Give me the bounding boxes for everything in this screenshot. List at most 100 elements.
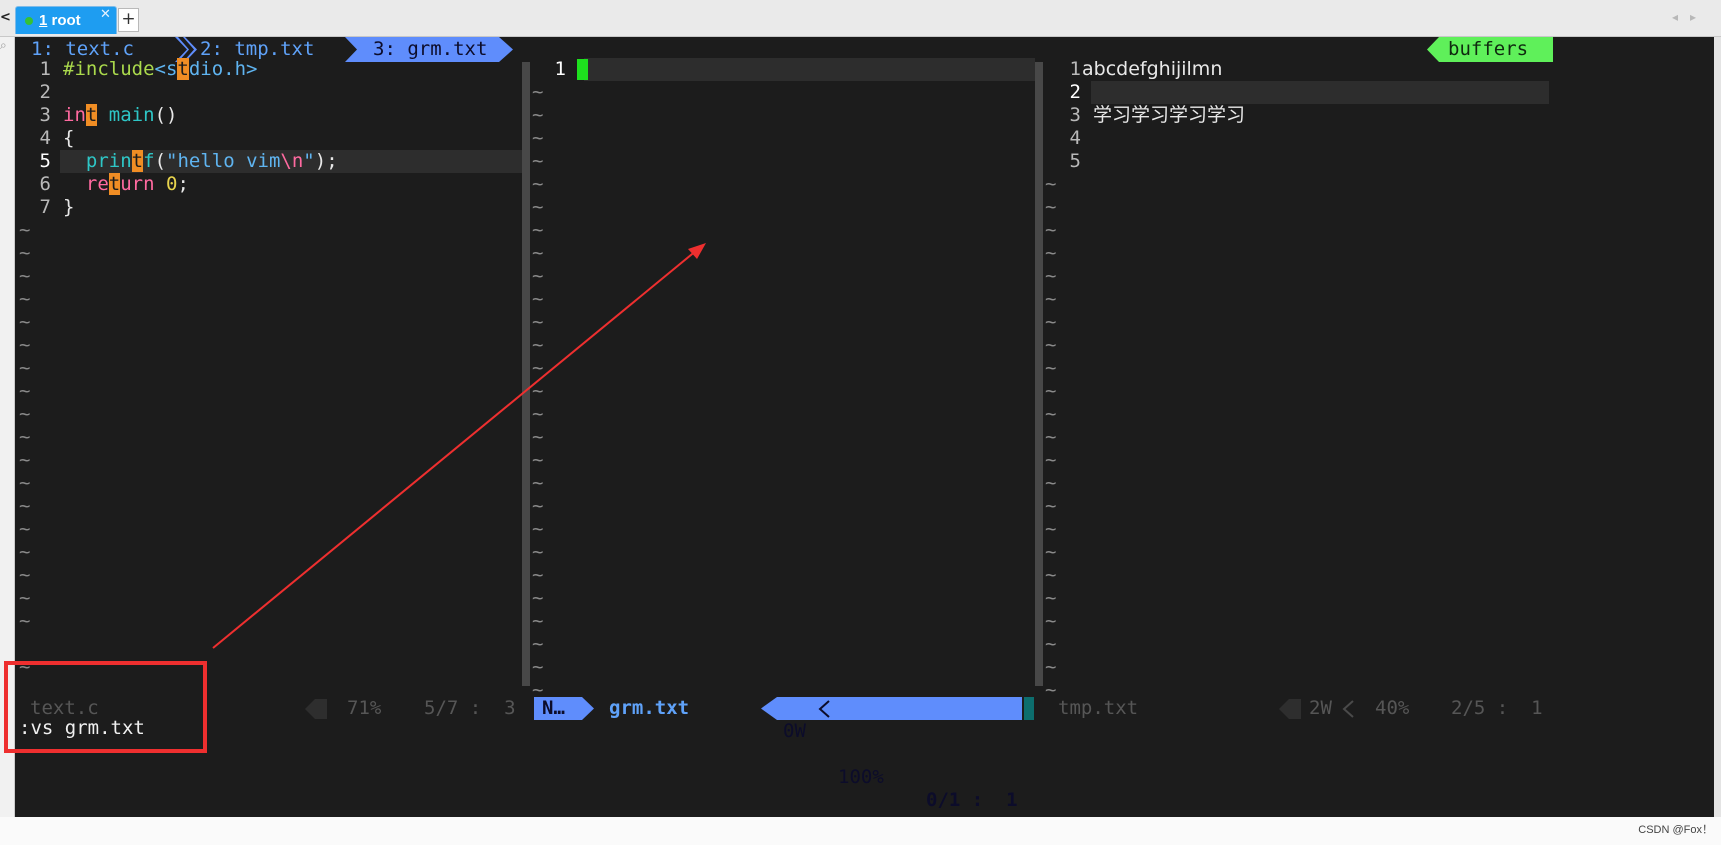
empty-line-tilde: ~ [1045,265,1057,287]
current-line-highlight [584,58,1035,81]
empty-line-tilde: ~ [1045,242,1057,264]
pane-separator-right[interactable] [1035,62,1043,686]
empty-line-tilde: ~ [532,656,544,678]
code-line[interactable]: int main() [63,104,177,127]
line-number: 5 [39,150,51,172]
empty-line-tilde: ~ [1045,633,1057,655]
empty-line-tilde: ~ [532,288,544,310]
terminal-tab-root[interactable]: 1 root ✕ [15,6,117,34]
status-middle-edge [1024,697,1034,720]
code-line[interactable]: { [63,127,74,150]
empty-line-tilde: ~ [19,242,31,264]
status-right-percent: 40% [1375,697,1410,719]
empty-line-tilde: ~ [532,357,544,379]
empty-line-tilde: ~ [19,449,31,471]
empty-line-tilde: ~ [532,104,544,126]
status-left-position: 5/7 : 3 [424,697,516,719]
code-token: () [154,104,178,126]
connection-status-icon [25,17,33,25]
empty-line-tilde: ~ [532,518,544,540]
code-line[interactable]: #include<stdio.h> [63,58,258,81]
vim-terminal[interactable]: 1: text.c 2: tmp.txt 3: grm.txt buffers … [15,37,1714,817]
code-token: } [63,196,75,218]
empty-line-tilde: ~ [19,518,31,540]
text-line[interactable]: abcdefghijilmn [1082,58,1222,81]
code-token: dio.h> [188,58,258,80]
pane-text-c[interactable]: 1 #include<stdio.h> 2 3 int main() 4 {5 prin t f… [15,58,522,686]
left-edge-arrow-icon[interactable]: < [0,8,12,28]
code-token: " [303,150,315,172]
annotation-highlight-box [4,661,207,753]
empty-line-tilde: ~ [532,610,544,632]
pane-tmp-txt[interactable]: 1 abcdefghijilmn 2 3 学习学习学习学习 4 5 ~ ~ ~ ~ ~ ~ ~ ~ ~ ~ ~ ~ ~… [1043,58,1714,701]
line-number: 6 [39,173,51,195]
empty-line-tilde: ~ [1045,196,1057,218]
line-number: 7 [39,196,51,218]
empty-line-tilde: ~ [19,334,31,356]
empty-line-tilde: ~ [19,541,31,563]
empty-line-tilde: ~ [19,426,31,448]
empty-line-tilde: ~ [1045,357,1057,379]
close-tab-icon[interactable]: ✕ [100,7,111,22]
empty-line-tilde: ~ [532,633,544,655]
empty-line-tilde: ~ [19,265,31,287]
text-line[interactable]: 学习学习学习学习 [1093,104,1245,127]
terminal-scrollbar[interactable] [1714,37,1721,817]
line-number: 4 [1069,127,1081,149]
code-token: ; [177,173,189,195]
empty-line-tilde: ~ [532,173,544,195]
status-middle-warnings: 0W [783,720,806,742]
status-right-file: tmp.txt [1058,697,1139,719]
tab-scroll-right-icon[interactable]: ▸ [1690,10,1696,24]
empty-line-tilde: ~ [532,426,544,448]
statusline: text.c 71% 5/7 : 3 N… grm.txt 0W 100% 0/… [15,697,1714,811]
empty-line-tilde: ~ [532,449,544,471]
code-token: main [108,104,155,126]
empty-line-tilde: ~ [1045,403,1057,425]
empty-line-tilde: ~ [1045,564,1057,586]
search-icon[interactable]: ⌕ [0,38,7,53]
empty-line-tilde: ~ [532,541,544,563]
code-line[interactable]: } [63,196,74,219]
empty-line-tilde: ~ [532,587,544,609]
empty-line-tilde: ~ [19,311,31,333]
code-token: urn [120,173,155,195]
empty-line-tilde: ~ [532,242,544,264]
tab-scroll-left-icon[interactable]: ◂ [1672,10,1678,24]
empty-line-tilde: ~ [532,403,544,425]
tab-label: root [47,12,81,29]
line-number: 3 [39,104,51,126]
code-token: prin [85,150,132,172]
pane-separator-left[interactable] [522,62,530,686]
empty-line-tilde: ~ [1045,495,1057,517]
code-token: t [177,58,189,80]
empty-line-tilde: ~ [19,495,31,517]
pane-grm-txt[interactable]: 1 ~ ~ ~ ~ ~ ~ ~ ~ ~ ~ ~ ~ ~ ~ ~ ~ ~ ~ ~ ~ ~ ~ ~ ~ ~ ~ ~ [530,58,1035,701]
line-number: 1 [39,58,51,80]
empty-line-tilde: ~ [532,564,544,586]
status-right-warnings: 2W [1309,697,1332,719]
empty-line-tilde: ~ [532,311,544,333]
new-tab-button[interactable]: + [118,8,139,32]
empty-line-tilde: ~ [532,150,544,172]
code-token: { [63,127,75,149]
line-number: 4 [39,127,51,149]
code-token: f [143,150,155,172]
terminal-tab-strip: < 1 root ✕ + ◂ ▸ [0,0,1721,37]
status-mode: N… [534,697,582,720]
code-token: #include [63,58,155,80]
empty-line-tilde: ~ [532,219,544,241]
line-number: 2 [39,81,51,103]
empty-line-tilde: ~ [1045,334,1057,356]
empty-line-tilde: ~ [532,127,544,149]
empty-line-tilde: ~ [19,380,31,402]
empty-line-tilde: ~ [19,288,31,310]
status-right-arrow-icon [1279,699,1301,719]
status-right-position: 2/5 : 1 [1451,697,1543,719]
empty-line-tilde: ~ [1045,472,1057,494]
code-line[interactable]: return 0; [63,173,189,196]
code-line[interactable]: printf("hello vim\n"); [63,150,338,173]
line-number: 3 [1069,104,1081,126]
code-token: ( [154,150,167,172]
